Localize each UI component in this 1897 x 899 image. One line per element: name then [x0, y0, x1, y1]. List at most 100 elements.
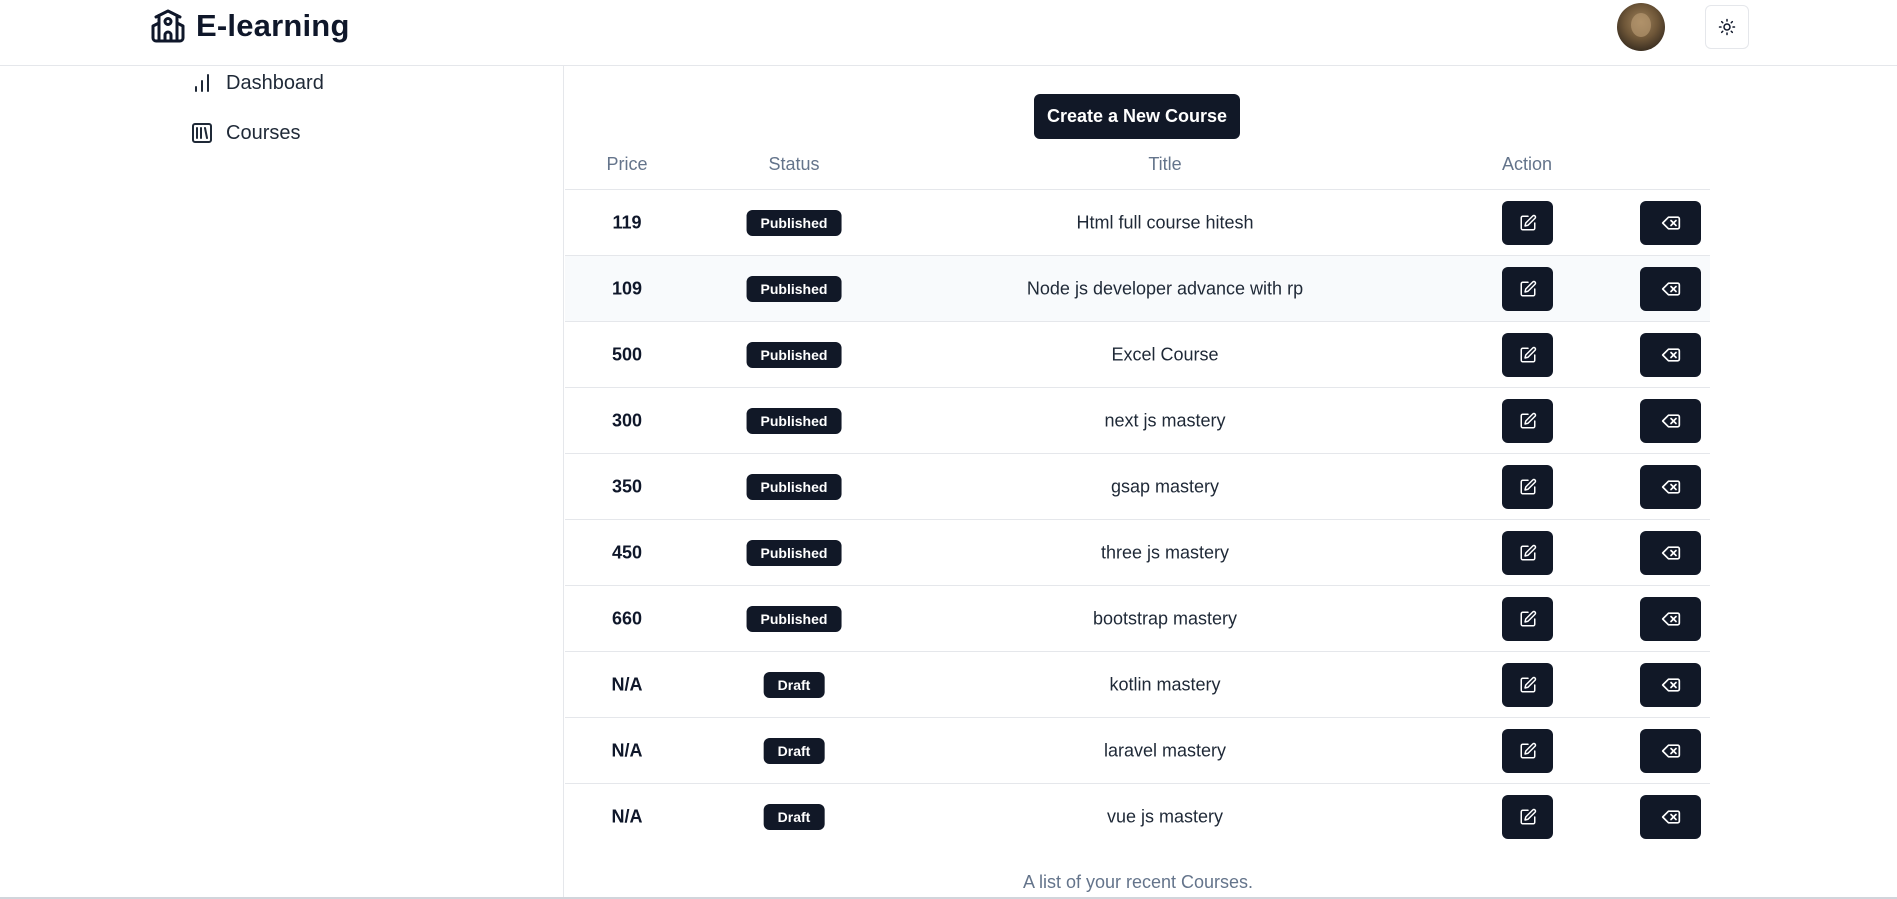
status-badge: Published — [746, 539, 842, 566]
status-badge: Published — [746, 275, 842, 302]
course-price: 350 — [611, 476, 643, 496]
table-row: 350 Published gsap mastery — [565, 453, 1710, 519]
delete-icon — [1661, 281, 1680, 296]
edit-icon — [1520, 478, 1536, 494]
delete-course-button[interactable] — [1640, 464, 1701, 509]
table-row: N/A Draft laravel mastery — [565, 717, 1710, 783]
delete-course-button[interactable] — [1640, 332, 1701, 377]
status-badge: Draft — [763, 803, 825, 830]
table-row: 300 Published next js mastery — [565, 387, 1710, 453]
course-title: gsap mastery — [1110, 476, 1220, 496]
edit-course-button[interactable] — [1502, 794, 1553, 839]
table-row: 660 Published bootstrap mastery — [565, 585, 1710, 651]
table-row: 119 Published Html full course hitesh — [565, 189, 1710, 255]
delete-course-button[interactable] — [1640, 728, 1701, 773]
theme-toggle-button[interactable] — [1705, 5, 1749, 49]
edit-icon — [1520, 808, 1536, 824]
delete-icon — [1661, 479, 1680, 494]
delete-icon — [1661, 611, 1680, 626]
delete-course-button[interactable] — [1640, 596, 1701, 641]
column-header-status: Status — [768, 154, 820, 174]
table-caption: A list of your recent Courses. — [1022, 872, 1254, 892]
delete-icon — [1661, 809, 1680, 824]
course-price: 119 — [612, 212, 642, 232]
course-price: 660 — [611, 608, 643, 628]
edit-icon — [1520, 544, 1536, 560]
course-price: N/A — [611, 740, 643, 760]
status-badge: Published — [746, 341, 842, 368]
edit-icon — [1520, 676, 1536, 692]
status-badge: Published — [746, 473, 842, 500]
create-course-button[interactable]: Create a New Course — [1034, 94, 1240, 139]
edit-icon — [1520, 412, 1536, 428]
brand-name: E-learning — [196, 8, 350, 43]
delete-course-button[interactable] — [1640, 398, 1701, 443]
sidebar-item-label: Courses — [226, 121, 301, 144]
edit-icon — [1520, 742, 1536, 758]
table-row: N/A Draft kotlin mastery — [565, 651, 1710, 717]
sidebar-item-courses[interactable]: Courses — [190, 121, 300, 145]
edit-course-button[interactable] — [1502, 596, 1553, 641]
course-title: bootstrap mastery — [1092, 608, 1238, 628]
table-row: 450 Published three js mastery — [565, 519, 1710, 585]
delete-course-button[interactable] — [1640, 266, 1701, 311]
course-price: 109 — [611, 278, 643, 298]
delete-icon — [1661, 347, 1680, 362]
course-title: three js mastery — [1100, 542, 1230, 562]
delete-icon — [1661, 545, 1680, 560]
edit-icon — [1520, 280, 1536, 296]
course-title: Html full course hitesh — [1076, 212, 1254, 232]
edit-course-button[interactable] — [1502, 398, 1553, 443]
column-header-title: Title — [1148, 154, 1182, 174]
edit-course-button[interactable] — [1502, 530, 1553, 575]
library-icon — [192, 123, 212, 143]
delete-course-button[interactable] — [1640, 794, 1701, 839]
delete-icon — [1661, 743, 1680, 758]
delete-course-button[interactable] — [1640, 200, 1701, 245]
sidebar: Dashboard Courses — [0, 66, 564, 899]
sun-icon — [1718, 18, 1736, 36]
table-row: 500 Published Excel Course — [565, 321, 1710, 387]
table-row: 109 Published Node js developer advance wi… — [565, 255, 1710, 321]
edit-course-button[interactable] — [1502, 464, 1553, 509]
status-badge: Draft — [763, 737, 825, 764]
school-icon — [151, 9, 185, 43]
course-price: N/A — [611, 806, 643, 826]
delete-icon — [1661, 677, 1680, 692]
edit-course-button[interactable] — [1502, 200, 1553, 245]
delete-icon — [1661, 413, 1680, 428]
course-title: Excel Course — [1111, 344, 1219, 364]
edit-icon — [1520, 346, 1536, 362]
edit-course-button[interactable] — [1502, 728, 1553, 773]
edit-course-button[interactable] — [1502, 662, 1553, 707]
top-navbar: E-learning — [0, 0, 1897, 66]
course-title: kotlin mastery — [1109, 674, 1221, 694]
course-price: 300 — [611, 410, 643, 430]
table-row: N/A Draft vue js mastery — [565, 783, 1710, 849]
course-price: N/A — [611, 674, 643, 694]
status-badge: Published — [746, 605, 842, 632]
course-title: vue js mastery — [1106, 806, 1224, 826]
status-badge: Published — [746, 407, 842, 434]
sidebar-item-dashboard[interactable]: Dashboard — [190, 71, 324, 95]
edit-icon — [1520, 214, 1536, 230]
edit-course-button[interactable] — [1502, 332, 1553, 377]
column-header-price: Price — [606, 154, 648, 174]
course-title: next js mastery — [1104, 410, 1226, 430]
user-avatar[interactable] — [1617, 3, 1665, 51]
course-price: 500 — [611, 344, 643, 364]
course-price: 450 — [611, 542, 643, 562]
column-header-action: Action — [1501, 154, 1553, 174]
brand[interactable]: E-learning — [150, 8, 350, 44]
delete-course-button[interactable] — [1640, 662, 1701, 707]
course-title: Node js developer advance with rp — [1026, 278, 1304, 298]
delete-icon — [1661, 215, 1680, 230]
delete-course-button[interactable] — [1640, 530, 1701, 575]
edit-icon — [1520, 610, 1536, 626]
status-badge: Draft — [763, 671, 825, 698]
edit-course-button[interactable] — [1502, 266, 1553, 311]
bar-chart-icon — [195, 74, 209, 92]
status-badge: Published — [746, 209, 842, 236]
course-title: laravel mastery — [1103, 740, 1227, 760]
sidebar-item-label: Dashboard — [226, 71, 324, 94]
